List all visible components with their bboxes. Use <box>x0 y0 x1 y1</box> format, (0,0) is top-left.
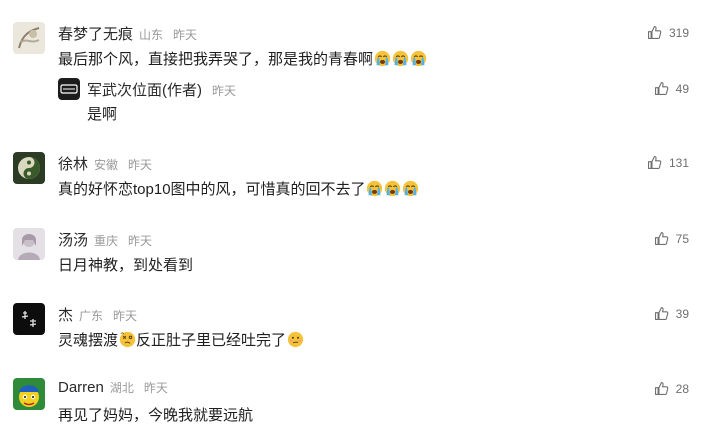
timestamp: 昨天 <box>113 309 138 323</box>
region: 湖北 <box>109 381 134 395</box>
comment-text: 真的好怀恋top10图中的风，可惜真的回不去了 <box>58 178 420 199</box>
region: 广东 <box>79 309 104 323</box>
comment-meta: 汤汤 重庆 昨天 <box>58 229 152 250</box>
like-count: 49 <box>675 81 689 96</box>
username[interactable]: 军武次位面(作者) <box>87 82 202 99</box>
like-button[interactable]: 319 <box>646 24 689 41</box>
thumbs-up-icon <box>653 305 670 322</box>
timestamp: 昨天 <box>212 84 237 98</box>
crying-face-icon <box>402 180 419 197</box>
crying-face-icon <box>366 180 383 197</box>
like-button[interactable]: 131 <box>646 154 689 171</box>
avatar[interactable] <box>13 152 45 184</box>
like-button[interactable]: 75 <box>653 230 689 247</box>
comment-meta: 杰广东 昨天 <box>58 304 137 325</box>
comment-text: 日月神教，到处看到 <box>58 257 194 274</box>
avatar[interactable] <box>13 378 45 410</box>
username[interactable]: Darren <box>58 379 104 396</box>
avatar[interactable] <box>58 78 80 100</box>
like-button[interactable]: 28 <box>653 380 689 397</box>
comment-text: 最后那个风，直接把我弄哭了，那是我的青春啊 <box>58 48 427 69</box>
reply-text: 是啊 <box>87 106 118 123</box>
thumbs-up-icon <box>653 230 670 247</box>
comment-meta: 徐林 安徽 昨天 <box>58 153 152 174</box>
dizzy-face-icon <box>119 331 136 348</box>
avatar[interactable] <box>13 303 45 335</box>
comment-text: 再见了妈妈，今晚我就要远航 <box>58 407 254 424</box>
username[interactable]: 汤汤 <box>58 232 88 249</box>
thumbs-up-icon <box>646 154 663 171</box>
timestamp: 昨天 <box>128 158 153 172</box>
reply-meta: 军武次位面(作者) 昨天 <box>87 79 236 100</box>
comment-meta: Darren 湖北 昨天 <box>58 379 168 397</box>
region: 安徽 <box>94 158 119 172</box>
avatar[interactable] <box>13 228 45 260</box>
like-count: 28 <box>675 381 689 396</box>
region: 山东 <box>139 28 164 42</box>
crying-face-icon <box>410 50 427 67</box>
thumbs-up-icon <box>653 80 670 97</box>
like-count: 39 <box>675 306 689 321</box>
timestamp: 昨天 <box>173 28 198 42</box>
thumbs-up-icon <box>646 24 663 41</box>
confused-face-icon <box>287 331 304 348</box>
comment-text: 灵魂摆渡 反正肚子里已经吐完了 <box>58 329 304 350</box>
crying-face-icon <box>374 50 391 67</box>
like-count: 75 <box>675 231 689 246</box>
timestamp: 昨天 <box>128 234 153 248</box>
region: 重庆 <box>94 234 119 248</box>
thumbs-up-icon <box>653 380 670 397</box>
like-count: 319 <box>668 25 689 40</box>
like-button[interactable]: 49 <box>653 80 689 97</box>
crying-face-icon <box>384 180 401 197</box>
like-count: 131 <box>668 155 689 170</box>
like-button[interactable]: 39 <box>653 305 689 322</box>
avatar[interactable] <box>13 22 45 54</box>
crying-face-icon <box>392 50 409 67</box>
timestamp: 昨天 <box>143 381 168 395</box>
username[interactable]: 杰 <box>58 307 73 324</box>
username[interactable]: 春梦了无痕 <box>58 26 133 43</box>
comment-meta: 春梦了无痕 山东 昨天 <box>58 23 197 44</box>
username[interactable]: 徐林 <box>58 156 88 173</box>
